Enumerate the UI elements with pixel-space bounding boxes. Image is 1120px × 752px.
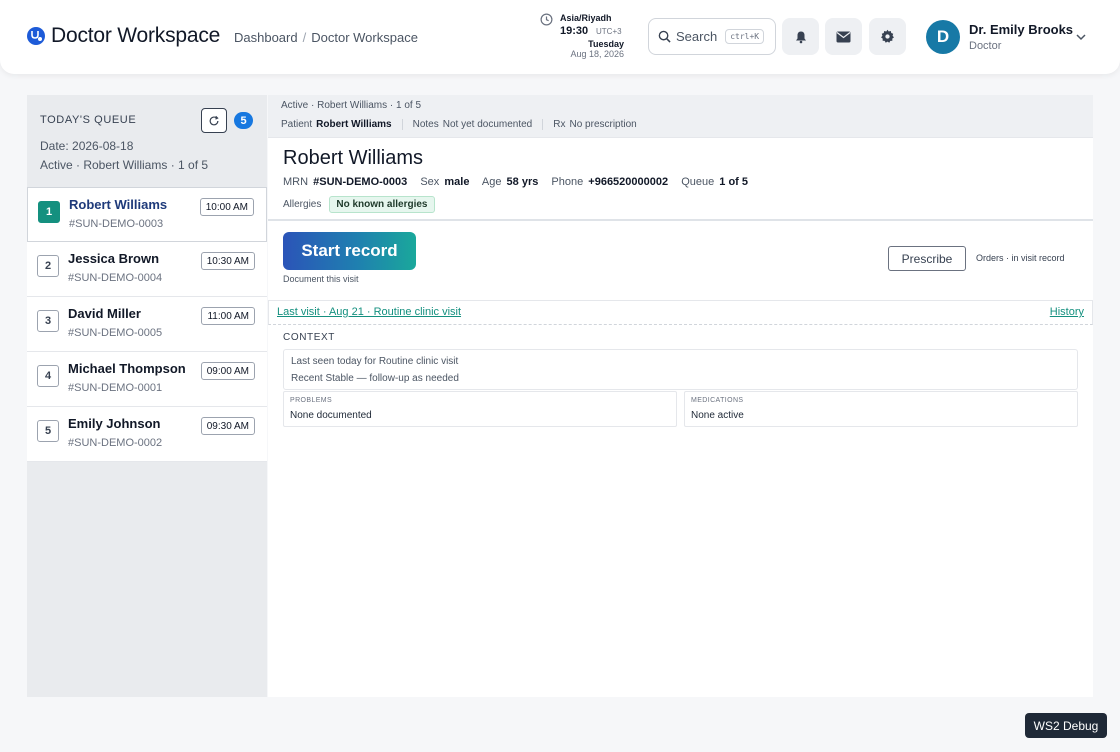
patient-panel: Active · Robert Williams · 1 of 5 Patien…: [268, 95, 1093, 697]
breadcrumb-dashboard[interactable]: Dashboard: [234, 30, 298, 45]
queue-item-number: 2: [37, 255, 59, 277]
context-summary-box: Last seen today for Routine clinic visit…: [283, 349, 1078, 390]
messages-button[interactable]: [825, 18, 862, 55]
context-patient: Patient Robert Williams: [281, 119, 403, 130]
queue-title: TODAY'S QUEUE: [40, 114, 137, 126]
queue-item-mrn: #SUN-DEMO-0001: [68, 382, 163, 394]
queue-item[interactable]: 2 Jessica Brown #SUN-DEMO-0004 10:30 AM: [27, 242, 267, 297]
context-rx: Rx No prescription: [553, 119, 637, 130]
queue-item[interactable]: 3 David Miller #SUN-DEMO-0005 11:00 AM: [27, 297, 267, 352]
prescribe-button[interactable]: Prescribe: [888, 246, 966, 271]
search-icon: [658, 30, 671, 43]
context-recent-status: Recent Stable — follow-up as needed: [291, 373, 459, 384]
context-bar-status: Active · Robert Williams · 1 of 5: [281, 100, 422, 111]
queue-item-number: 1: [38, 201, 60, 223]
breadcrumb: Dashboard / Doctor Workspace: [234, 30, 418, 45]
user-name[interactable]: Dr. Emily Brooks: [969, 22, 1073, 37]
breadcrumb-current: Doctor Workspace: [311, 30, 418, 45]
search-button[interactable]: Search ctrl+K: [648, 18, 776, 55]
clock-day: Tuesday: [588, 39, 624, 49]
problems-label: PROBLEMS: [290, 397, 333, 404]
user-avatar[interactable]: D: [926, 20, 960, 54]
mail-icon: [836, 31, 851, 42]
patient-mrn: MRN #SUN-DEMO-0003: [283, 176, 408, 188]
context-bar: Active · Robert Williams · 1 of 5 Patien…: [268, 95, 1093, 138]
queue-item-name: Robert Williams: [69, 197, 168, 212]
queue-item[interactable]: 5 Emily Johnson #SUN-DEMO-0002 09:30 AM: [27, 407, 267, 462]
medications-label: MEDICATIONS: [691, 397, 744, 404]
breadcrumb-separator: /: [302, 30, 307, 45]
queue-item-time: 10:30 AM: [200, 252, 255, 270]
patient-name: Robert Williams: [283, 147, 424, 169]
queue-item-name: Michael Thompson: [68, 361, 186, 376]
debug-button[interactable]: WS2 Debug: [1025, 713, 1107, 738]
last-visit-link[interactable]: Last visit · Aug 21 · Routine clinic vis…: [277, 306, 461, 318]
queue-item-name: Jessica Brown: [68, 251, 160, 266]
queue-list: 1 Robert Williams #SUN-DEMO-0003 10:00 A…: [27, 187, 267, 462]
queue-date: Date: 2026-08-18: [40, 139, 134, 153]
medications-card: MEDICATIONS None active: [684, 391, 1078, 427]
context-last-seen: Last seen today for Routine clinic visit: [291, 356, 459, 367]
search-label: Search: [676, 29, 718, 44]
queue-header: TODAY'S QUEUE 5 Date: 2026-08-18 Active …: [27, 95, 267, 187]
orders-note: Orders · in visit record: [976, 253, 1065, 263]
refresh-queue-button[interactable]: [201, 108, 227, 133]
problems-card: PROBLEMS None documented: [283, 391, 677, 427]
refresh-icon: [209, 115, 219, 125]
queue-item-mrn: #SUN-DEMO-0003: [69, 218, 164, 230]
bell-icon: [795, 31, 806, 43]
patient-demographics: MRN #SUN-DEMO-0003 Sex male Age 58 yrs P…: [283, 176, 758, 188]
context-notes: Notes Not yet documented: [413, 119, 544, 130]
top-header: Doctor Workspace Dashboard / Doctor Worksp…: [0, 0, 1120, 74]
queue-item-time: 09:00 AM: [200, 362, 255, 380]
allergy-badge: No known allergies: [329, 196, 435, 213]
queue-item-mrn: #SUN-DEMO-0004: [68, 272, 163, 284]
search-shortcut: ctrl+K: [725, 29, 765, 44]
medications-value: None active: [691, 410, 744, 421]
stethoscope-logo-icon: [27, 27, 45, 45]
clock-time: 19:30: [560, 25, 589, 37]
queue-item[interactable]: 4 Michael Thompson #SUN-DEMO-0001 09:00 …: [27, 352, 267, 407]
gear-icon: [881, 29, 894, 43]
app-title: Doctor Workspace: [51, 24, 221, 47]
clock-offset: UTC+3: [596, 27, 622, 36]
context-section-title: CONTEXT: [283, 332, 335, 343]
queue-active-status: Active · Robert Williams · 1 of 5: [40, 158, 209, 172]
allergies-label: Allergies: [283, 199, 322, 210]
patient-phone: Phone +966520000002: [551, 176, 669, 188]
start-record-hint: Document this visit: [283, 274, 359, 284]
queue-item-number: 3: [37, 310, 59, 332]
queue-item-name: Emily Johnson: [68, 416, 161, 431]
chevron-down-icon[interactable]: [1075, 32, 1087, 42]
clock-date: Aug 18, 2026: [570, 49, 624, 59]
allergies-row: Allergies No known allergies: [283, 196, 435, 213]
clock-timezone: Asia/Riyadh: [560, 13, 612, 23]
user-role: Doctor: [969, 40, 1002, 52]
start-record-button[interactable]: Start record: [283, 232, 416, 270]
queue-item-time: 10:00 AM: [199, 198, 254, 216]
queue-item-name: David Miller: [68, 306, 141, 321]
notifications-button[interactable]: [782, 18, 819, 55]
section-divider: [268, 219, 1093, 221]
clock-icon: [540, 13, 553, 26]
last-visit-bar: Last visit · Aug 21 · Routine clinic vis…: [268, 300, 1093, 325]
queue-item-time: 09:30 AM: [200, 417, 255, 435]
patient-queue: Queue 1 of 5: [681, 176, 749, 188]
patient-age: Age 58 yrs: [481, 176, 539, 188]
settings-button[interactable]: [869, 18, 906, 55]
queue-item[interactable]: 1 Robert Williams #SUN-DEMO-0003 10:00 A…: [27, 187, 267, 242]
queue-item-time: 11:00 AM: [201, 307, 255, 325]
queue-item-number: 5: [37, 420, 59, 442]
patient-sex: Sex male: [420, 176, 470, 188]
problems-value: None documented: [290, 410, 372, 421]
queue-item-mrn: #SUN-DEMO-0005: [68, 327, 163, 339]
queue-sidebar: TODAY'S QUEUE 5 Date: 2026-08-18 Active …: [27, 95, 267, 697]
queue-item-mrn: #SUN-DEMO-0002: [68, 437, 163, 449]
clock-widget: Asia/Riyadh 19:30 UTC+3 Tuesday Aug 18, …: [540, 12, 630, 62]
queue-count-badge: 5: [234, 112, 253, 129]
history-link[interactable]: History: [1050, 306, 1084, 318]
queue-item-number: 4: [37, 365, 59, 387]
context-bar-summary: Patient Robert Williams Notes Not yet docu…: [281, 119, 657, 130]
